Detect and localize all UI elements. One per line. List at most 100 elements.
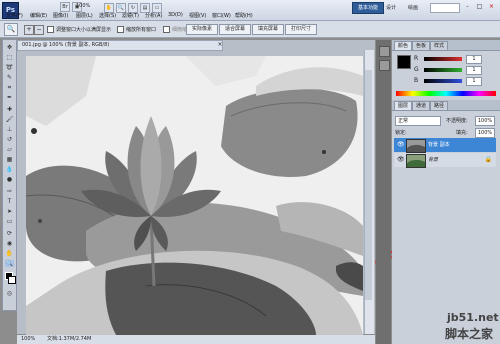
quick-mask-icon[interactable]: ◎ [5,290,14,297]
fill-screen-button[interactable]: 填充屏幕 [252,24,284,35]
history-brush-tool-icon[interactable]: ↺ [5,136,14,143]
menu-layer[interactable]: 图层(L) [76,12,93,19]
blend-mode-select[interactable]: 正常 [395,116,441,126]
pen-tool-icon[interactable]: ✑ [5,188,14,195]
resize-windows-label: 调整窗口大小以满屏显示 [56,27,112,33]
tab-swatches[interactable]: 色板 [412,41,431,51]
menu-window[interactable]: 窗口(W) [212,12,231,19]
zoom-out-icon[interactable]: − [34,25,44,35]
close-document-icon[interactable]: × [216,40,224,49]
maximize-button[interactable]: □ [474,2,485,11]
blue-slider[interactable] [424,79,462,83]
workspace-search-field[interactable] [430,3,460,13]
tools-panel: ✥ ⬚ ➰ ✎ ⌗ ✒ ✚ 🖌 ⊥ ↺ ▱ ▦ 💧 ● ✑ T ➤ ▭ ⟳ ◉ … [2,39,17,311]
menu-analysis[interactable]: 分析(A) [145,12,162,19]
layer-row-background-copy[interactable]: 👁 背景 副本 [394,138,496,153]
zoom-in-icon[interactable]: + [24,25,34,35]
menu-3d[interactable]: 3D(D) [168,12,183,18]
lasso-tool-icon[interactable]: ➰ [5,64,14,71]
blue-slider-row: B 1 [414,77,482,86]
eraser-tool-icon[interactable]: ▱ [5,146,14,153]
history-panel-icon[interactable] [379,46,390,57]
move-tool-icon[interactable]: ✥ [5,44,14,51]
shape-tool-icon[interactable]: ▭ [5,218,14,225]
workspace-design-link[interactable]: 设计 [386,4,396,11]
fill-label: 填充: [456,130,468,136]
color-panel-foreground-swatch[interactable] [397,55,411,69]
3d-camera-tool-icon[interactable]: ◉ [5,240,14,247]
tab-styles[interactable]: 样式 [430,41,449,51]
collapsed-panel-dock [376,40,391,344]
blur-tool-icon[interactable]: 💧 [5,166,14,173]
document-tab[interactable]: 001.jpg @ 100% (背景 副本, RGB/8) [17,40,223,51]
brush-tool-icon[interactable]: 🖌 [5,116,14,123]
visibility-eye-icon[interactable]: 👁 [397,141,405,149]
green-slider[interactable] [424,68,462,72]
print-size-button[interactable]: 打印尺寸 [285,24,317,35]
red-label: R [414,55,419,62]
fill-input[interactable]: 100% [475,128,495,138]
minimize-button[interactable]: - [462,2,473,11]
3d-rotate-tool-icon[interactable]: ⟳ [5,230,14,237]
blue-value-input[interactable]: 1 [466,77,482,86]
layer-name[interactable]: 背景 [428,153,438,167]
type-tool-icon[interactable]: T [5,198,14,205]
layer-thumbnail [406,139,426,153]
tab-color[interactable]: 颜色 [394,41,413,51]
hand-tool-icon[interactable]: ✋ [5,250,14,257]
actual-pixels-button[interactable]: 实际像素 [186,24,218,35]
quick-select-tool-icon[interactable]: ✎ [5,74,14,81]
menu-help[interactable]: 帮助(H) [235,12,253,19]
opacity-label: 不透明度: [446,118,468,124]
watermark-url: jb51.net [447,311,499,324]
marquee-tool-icon[interactable]: ⬚ [5,54,14,61]
gradient-tool-icon[interactable]: ▦ [5,156,14,163]
menu-image[interactable]: 图像(I) [53,12,68,19]
workspace-painting-link[interactable]: 绘画 [408,4,418,11]
dodge-tool-icon[interactable]: ● [5,176,14,183]
fit-screen-button[interactable]: 适合屏幕 [219,24,251,35]
opacity-input[interactable]: 100% [475,116,495,126]
layer-name[interactable]: 背景 副本 [428,138,450,152]
layer-row-background[interactable]: 👁 背景 🔒 [394,153,496,168]
menu-file[interactable]: 文件(F) [6,12,23,19]
menu-view[interactable]: 视图(V) [189,12,206,19]
properties-panel-icon[interactable] [379,60,390,71]
menu-edit[interactable]: 编辑(E) [30,12,47,19]
visibility-eye-icon[interactable]: 👁 [397,156,405,164]
path-selection-tool-icon[interactable]: ➤ [5,208,14,215]
image-canvas[interactable] [26,56,363,335]
color-spectrum-ramp[interactable] [396,91,496,96]
red-slider[interactable] [424,57,462,61]
blend-mode-value: 正常 [398,118,409,124]
workspace-essentials-button[interactable]: 基本功能 [352,2,384,14]
menu-filter[interactable]: 滤镜(T) [122,12,139,19]
close-button[interactable]: × [486,2,497,11]
lock-label: 锁定: [395,130,407,136]
menu-select[interactable]: 选择(S) [99,12,116,19]
tab-channels[interactable]: 通道 [412,101,431,111]
tab-layers[interactable]: 图层 [394,101,413,111]
bridge-icon[interactable]: Br [60,2,70,12]
zoom-tool-preset-icon[interactable]: 🔍 [4,23,18,36]
layers-panel-tabs: 图层 通道 路径 [392,100,500,111]
zoom-all-windows-checkbox[interactable]: 缩放所有窗口 [117,26,156,33]
app-zoom-level[interactable]: 100% [76,3,90,9]
resize-windows-checkbox[interactable]: 调整窗口大小以满屏显示 [47,26,111,33]
color-panel-tabs: 颜色 色板 样式 [392,40,500,51]
green-slider-row: G 1 [414,66,482,75]
zoom-tool-icon[interactable]: 🔍 [5,260,14,267]
lotus-image [26,56,363,335]
tab-paths[interactable]: 路径 [430,101,449,111]
red-value-input[interactable]: 1 [466,55,482,64]
status-doc-size[interactable]: 文档:1.37M/2.74M [47,335,91,344]
green-value-input[interactable]: 1 [466,66,482,75]
background-color-swatch[interactable] [8,276,16,284]
status-zoom[interactable]: 100% [21,335,35,344]
panel-area: 颜色 色板 样式 R 1 G 1 B 1 图层 通道 路径 正常 不透明度: 1… [392,40,500,344]
eyedropper-tool-icon[interactable]: ✒ [5,94,14,101]
healing-brush-tool-icon[interactable]: ✚ [5,106,14,113]
crop-tool-icon[interactable]: ⌗ [5,84,14,91]
clone-stamp-tool-icon[interactable]: ⊥ [5,126,14,133]
zoom-all-windows-label: 缩放所有窗口 [126,27,157,33]
